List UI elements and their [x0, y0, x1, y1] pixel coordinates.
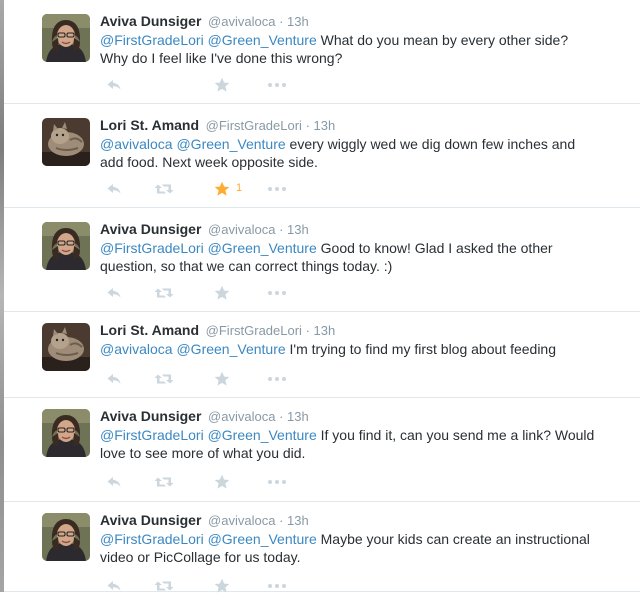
tweet-text-line: love to see more of what you did.: [100, 445, 306, 461]
tweet-text-content: Good to know! Glad I asked the other: [320, 240, 553, 256]
author-name[interactable]: Lori St. Amand: [100, 117, 199, 133]
mention-link[interactable]: @Green_Venture: [208, 240, 317, 256]
retweet-icon[interactable]: [154, 371, 174, 387]
separator-dot: ·: [279, 409, 284, 424]
author-handle[interactable]: @avivaloca: [208, 409, 275, 424]
separator-dot: ·: [279, 513, 284, 528]
tweet-text-line: @avivaloca @Green_Venture every wiggly w…: [100, 135, 620, 153]
separator-dot: ·: [305, 118, 310, 133]
tweet-text: @FirstGradeLori @Green_Venture What do y…: [100, 31, 620, 67]
more-icon[interactable]: [267, 285, 287, 301]
tweet-text-content: I'm trying to find my first blog about f…: [289, 341, 557, 357]
star-icon[interactable]: [214, 285, 230, 301]
tweet-header: Aviva Dunsiger @avivaloca · 13h: [100, 13, 309, 30]
tweet-text-content: every wiggly wed we dig down few inches …: [289, 136, 576, 152]
tweet-text-line: @avivaloca @Green_Venture I'm trying to …: [100, 340, 620, 358]
tweet-text-line: video or PicCollage for us today.: [100, 549, 301, 565]
separator-dot: ·: [279, 14, 284, 29]
tweet-text-line: @FirstGradeLori @Green_Venture Maybe you…: [100, 530, 620, 548]
star-icon[interactable]: [214, 474, 230, 490]
mention-link[interactable]: @Green_Venture: [208, 32, 317, 48]
aviva-avatar[interactable]: [42, 14, 90, 62]
tweet-text: @avivaloca @Green_Venture every wiggly w…: [100, 135, 620, 171]
reply-icon[interactable]: [106, 371, 122, 387]
author-handle[interactable]: @FirstGradeLori: [206, 118, 302, 133]
more-icon[interactable]: [267, 181, 287, 197]
mention-link[interactable]: @avivaloca: [100, 136, 173, 152]
tweet-timeline: Aviva Dunsiger @avivaloca · 13h @FirstGra…: [4, 0, 640, 592]
tweet-timestamp[interactable]: 13h: [314, 323, 336, 338]
reply-icon[interactable]: [106, 181, 122, 197]
star-icon[interactable]: [214, 181, 230, 197]
author-name[interactable]: Aviva Dunsiger: [100, 221, 201, 237]
mention-link[interactable]: @avivaloca: [100, 341, 173, 357]
more-icon[interactable]: [267, 474, 287, 490]
mention-link[interactable]: @Green_Venture: [176, 341, 285, 357]
reply-icon[interactable]: [106, 77, 122, 93]
mention-link[interactable]: @FirstGradeLori: [100, 240, 204, 256]
tweet-text: @FirstGradeLori @Green_Venture If you fi…: [100, 426, 620, 462]
author-name[interactable]: Aviva Dunsiger: [100, 408, 201, 424]
tweet-header: Lori St. Amand @FirstGradeLori · 13h: [100, 322, 335, 339]
tweet-text-line: @FirstGradeLori @Green_Venture If you fi…: [100, 426, 620, 444]
tweet-text-line: add food. Next week opposite side.: [100, 154, 318, 170]
tweet-text-content: If you find it, can you send me a link? …: [320, 427, 595, 443]
favorite-count: 1: [236, 182, 243, 194]
tweet-header: Aviva Dunsiger @avivaloca · 13h: [100, 221, 309, 238]
tweet-timestamp[interactable]: 13h: [314, 118, 336, 133]
retweet-icon[interactable]: [154, 474, 174, 490]
lori-avatar[interactable]: [42, 118, 90, 166]
tweet-text-line: Why do I feel like I've done this wrong?: [100, 50, 343, 66]
tweet-item: Aviva Dunsiger @avivaloca · 13h @FirstGra…: [4, 398, 640, 502]
mention-link[interactable]: @FirstGradeLori: [100, 427, 204, 443]
separator-dot: ·: [305, 323, 310, 338]
retweet-icon[interactable]: [154, 181, 174, 197]
reply-icon[interactable]: [106, 285, 122, 301]
tweet-header: Aviva Dunsiger @avivaloca · 13h: [100, 408, 309, 425]
aviva-avatar[interactable]: [42, 513, 90, 561]
aviva-avatar[interactable]: [42, 222, 90, 270]
tweet-text-content: What do you mean by every other side?: [320, 32, 569, 48]
mention-link[interactable]: @FirstGradeLori: [100, 32, 204, 48]
tweet-text: @avivaloca @Green_Venture I'm trying to …: [100, 340, 620, 358]
star-icon[interactable]: [214, 371, 230, 387]
tweet-item: Lori St. Amand @FirstGradeLori · 13h @avi…: [4, 104, 640, 208]
tweet-timestamp[interactable]: 13h: [287, 409, 309, 424]
reply-icon[interactable]: [106, 474, 122, 490]
tweet-item: Aviva Dunsiger @avivaloca · 13h @FirstGra…: [4, 208, 640, 312]
tweet-text-line: @FirstGradeLori @Green_Venture What do y…: [100, 31, 620, 49]
more-icon[interactable]: [267, 371, 287, 387]
tweet-timestamp[interactable]: 13h: [287, 513, 309, 528]
author-handle[interactable]: @avivaloca: [208, 14, 275, 29]
author-name[interactable]: Aviva Dunsiger: [100, 13, 201, 29]
author-handle[interactable]: @avivaloca: [208, 222, 275, 237]
mention-link[interactable]: @FirstGradeLori: [100, 531, 204, 547]
tweet-text-line: question, so that we can correct things …: [100, 258, 393, 274]
tweet-text-line: @FirstGradeLori @Green_Venture Good to k…: [100, 239, 620, 257]
retweet-icon[interactable]: [154, 285, 174, 301]
tweet-text-content: Maybe your kids can create an instructio…: [320, 531, 590, 547]
tweet-item: Aviva Dunsiger @avivaloca · 13h @FirstGra…: [4, 0, 640, 104]
tweet-timestamp[interactable]: 13h: [287, 222, 309, 237]
lori-avatar[interactable]: [42, 323, 90, 371]
author-handle[interactable]: @avivaloca: [208, 513, 275, 528]
tweet-header: Aviva Dunsiger @avivaloca · 13h: [100, 512, 309, 529]
mention-link[interactable]: @Green_Venture: [208, 427, 317, 443]
tweet-header: Lori St. Amand @FirstGradeLori · 13h: [100, 117, 335, 134]
aviva-avatar[interactable]: [42, 409, 90, 457]
separator-dot: ·: [279, 222, 284, 237]
author-handle[interactable]: @FirstGradeLori: [206, 323, 302, 338]
tweet-timestamp[interactable]: 13h: [287, 14, 309, 29]
mention-link[interactable]: @Green_Venture: [208, 531, 317, 547]
author-name[interactable]: Lori St. Amand: [100, 322, 199, 338]
tweet-item: Aviva Dunsiger @avivaloca · 13h @FirstGra…: [4, 502, 640, 592]
star-icon[interactable]: [214, 77, 230, 93]
tweet-text: @FirstGradeLori @Green_Venture Maybe you…: [100, 530, 620, 566]
more-icon[interactable]: [267, 77, 287, 93]
author-name[interactable]: Aviva Dunsiger: [100, 512, 201, 528]
mention-link[interactable]: @Green_Venture: [176, 136, 285, 152]
tweet-text: @FirstGradeLori @Green_Venture Good to k…: [100, 239, 620, 275]
tweet-item: Lori St. Amand @FirstGradeLori · 13h @avi…: [4, 312, 640, 398]
